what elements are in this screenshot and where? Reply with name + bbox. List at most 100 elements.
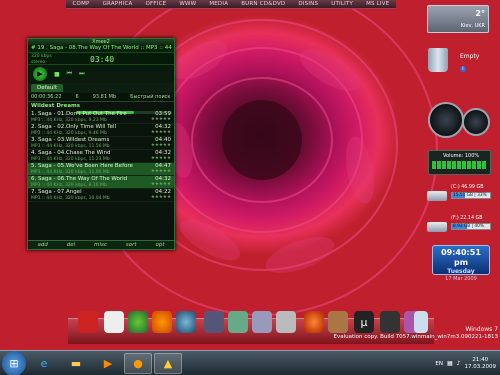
list-item[interactable]: 2. Saga - 02.Only Time Will Tell MP3 :: 4… bbox=[28, 124, 174, 137]
stop-icon[interactable]: ■ bbox=[54, 71, 60, 78]
tshirt-icon[interactable] bbox=[380, 311, 400, 333]
list-item[interactable]: 4. Saga - 04.Chase The Wind MP3 :: 44 KHz… bbox=[28, 150, 174, 163]
menu-graphica[interactable]: GRAPHICA bbox=[103, 1, 133, 7]
drive-f-gadget[interactable]: (F:) 22.14 GB 8.93 GB | 40% bbox=[427, 216, 492, 238]
clock-time: 09:40:51 pm bbox=[441, 248, 481, 267]
add-button[interactable]: add bbox=[37, 242, 47, 248]
app-icon[interactable] bbox=[204, 311, 224, 333]
firefox-icon[interactable] bbox=[152, 311, 172, 333]
playlist-toolbar: add del misc sort opt bbox=[28, 240, 174, 249]
flash-icon[interactable] bbox=[304, 311, 324, 333]
track-rating[interactable]: ★★★★★ bbox=[151, 130, 171, 135]
track-rating[interactable]: ★★★★★ bbox=[151, 156, 171, 161]
firefox-taskbar-icon[interactable]: ● bbox=[124, 353, 152, 374]
clock-date: 17 Mar 2009 bbox=[445, 276, 477, 282]
total-size: 93.81 Mb bbox=[92, 94, 117, 100]
app-icon[interactable] bbox=[252, 311, 272, 333]
misc-button[interactable]: misc bbox=[94, 242, 107, 248]
menu-comp[interactable]: COMP bbox=[73, 1, 90, 7]
app-icon[interactable] bbox=[328, 311, 348, 333]
weather-gadget[interactable]: 2° Kiev, UKR bbox=[427, 5, 489, 33]
drive-icon bbox=[427, 222, 447, 232]
recycle-bin-dock-icon[interactable] bbox=[414, 311, 428, 333]
player-lcd: 320 kbps stereo 03:40 bbox=[28, 52, 174, 65]
taskbar: ⊞ e ▬ ▶ ● ▲ EN ▦ ♪ 21:40 17.03.2009 bbox=[0, 350, 500, 375]
drive-f-usage: 8.93 GB | 40% bbox=[453, 224, 484, 229]
stereo-label: stereo bbox=[31, 60, 46, 65]
network-icon[interactable] bbox=[176, 311, 196, 333]
menu-media[interactable]: MEDIA bbox=[209, 1, 228, 7]
tab-default[interactable]: Default bbox=[31, 84, 64, 92]
drive-c-label: (C:) 46.99 GB bbox=[451, 185, 484, 190]
clock-day: Tuesday bbox=[447, 268, 475, 275]
ie-taskbar-icon[interactable]: e bbox=[30, 353, 58, 374]
list-item[interactable]: 5. Saga - 05.We've Been Here Before MP3 :… bbox=[28, 163, 174, 176]
computer-icon[interactable] bbox=[104, 311, 124, 333]
list-item[interactable]: 7. Saga - 07.Angel MP3 :: 44 KHz, 320 kbp… bbox=[28, 189, 174, 202]
list-item-playing[interactable]: 6. Saga - 06.The Way Of The World MP3 :: … bbox=[28, 176, 174, 189]
bitrate-label: 320 kbps bbox=[31, 54, 52, 59]
watermark-build: Evaluation copy. Build 7057.winmain_win7… bbox=[333, 334, 498, 340]
player-controls: ▶ ■ ⏮ ⏭ bbox=[28, 65, 174, 83]
playlist-info: 00:00:36:22 6 93.81 Mb Быстрый поиск bbox=[28, 93, 174, 102]
play-button[interactable]: ▶ bbox=[33, 67, 47, 81]
volume-gadget[interactable]: Volume: 100% bbox=[428, 150, 491, 175]
track-rating[interactable]: ★★★★★ bbox=[151, 143, 171, 148]
network-tray-icon[interactable]: ▦ bbox=[447, 360, 453, 367]
options-button[interactable]: opt bbox=[155, 242, 164, 248]
list-item[interactable]: 1. Saga - 01.Don't Put Out The Fire MP3 :… bbox=[28, 111, 174, 124]
media-player-window: Xmee2 # 19 . Saga - 08.The Way Of The Wo… bbox=[27, 38, 175, 250]
track-rating[interactable]: ★★★★★ bbox=[151, 195, 171, 200]
explorer-taskbar-icon[interactable]: ▬ bbox=[62, 353, 90, 374]
track-rating[interactable]: ★★★★★ bbox=[151, 117, 171, 122]
tray-clock[interactable]: 21:40 17.03.2009 bbox=[465, 357, 497, 371]
playlist-group: Wildest Dreams bbox=[31, 103, 81, 109]
menu-burn[interactable]: BURN CD&DVD bbox=[241, 1, 285, 7]
recycle-bin-label: Empty bbox=[460, 53, 480, 60]
system-tray: EN ▦ ♪ 21:40 17.03.2009 bbox=[435, 351, 500, 375]
memory-gauge-icon bbox=[462, 108, 490, 136]
media-app-icon[interactable] bbox=[78, 311, 98, 333]
elapsed-time: 03:40 bbox=[90, 55, 115, 64]
prev-icon[interactable]: ⏮ bbox=[67, 70, 72, 78]
info-icon[interactable]: i bbox=[460, 66, 466, 72]
weather-city: Kiev, UKR bbox=[460, 23, 485, 29]
aimp-taskbar-icon[interactable]: ▲ bbox=[154, 353, 182, 374]
weather-temp: 2° bbox=[475, 9, 485, 18]
app-icon[interactable] bbox=[276, 311, 296, 333]
drive-icon bbox=[427, 191, 447, 201]
now-playing-track: # 19 . Saga - 08.The Way Of The World ::… bbox=[28, 45, 174, 52]
start-button[interactable]: ⊞ bbox=[2, 351, 26, 375]
volume-tray-icon[interactable]: ♪ bbox=[457, 360, 461, 367]
track-rating[interactable]: ★★★★★ bbox=[151, 182, 171, 187]
drive-c-gadget[interactable]: (C:) 46.99 GB 15.51 GB | 33% bbox=[427, 185, 492, 207]
cpu-gauge-icon bbox=[428, 102, 464, 138]
windows-logo-icon: ⊞ bbox=[9, 357, 19, 370]
media-taskbar-icon[interactable]: ▶ bbox=[94, 353, 122, 374]
dock-bar: µ bbox=[68, 311, 434, 344]
drive-f-label: (F:) 22.14 GB bbox=[451, 216, 483, 221]
menu-office[interactable]: OFFICE bbox=[146, 1, 167, 7]
clock-gadget[interactable]: 09:40:51 pm Tuesday 17 Mar 2009 bbox=[432, 245, 490, 282]
playlist-tabs: Default bbox=[28, 83, 174, 93]
cpu-meter-gadget[interactable] bbox=[428, 102, 490, 144]
list-item[interactable]: 3. Saga - 03.Wildest Dreams MP3 :: 44 KHz… bbox=[28, 137, 174, 150]
drive-c-usage: 15.51 GB | 33% bbox=[453, 193, 487, 198]
windows-icon[interactable] bbox=[128, 311, 148, 333]
delete-button[interactable]: del bbox=[67, 242, 75, 248]
next-icon[interactable]: ⏭ bbox=[79, 70, 84, 78]
track-count: 6 bbox=[75, 94, 79, 100]
track-rating[interactable]: ★★★★★ bbox=[151, 169, 171, 174]
utorrent-icon[interactable]: µ bbox=[354, 311, 374, 333]
recycle-bin-icon[interactable] bbox=[428, 48, 448, 72]
sort-button[interactable]: sort bbox=[126, 242, 137, 248]
top-launcher-menu: COMP GRAPHICA OFFICE WWW MEDIA BURN CD&D… bbox=[66, 0, 396, 9]
app-icon[interactable] bbox=[228, 311, 248, 333]
menu-utility[interactable]: UTILITY bbox=[331, 1, 353, 7]
search-mode[interactable]: Быстрый поиск bbox=[130, 94, 170, 100]
menu-mslive[interactable]: MS LIVE bbox=[366, 1, 389, 7]
menu-disins[interactable]: DISINS bbox=[298, 1, 318, 7]
language-indicator[interactable]: EN bbox=[435, 361, 443, 367]
watermark-os: Windows 7 bbox=[465, 326, 498, 333]
menu-www[interactable]: WWW bbox=[179, 1, 196, 7]
